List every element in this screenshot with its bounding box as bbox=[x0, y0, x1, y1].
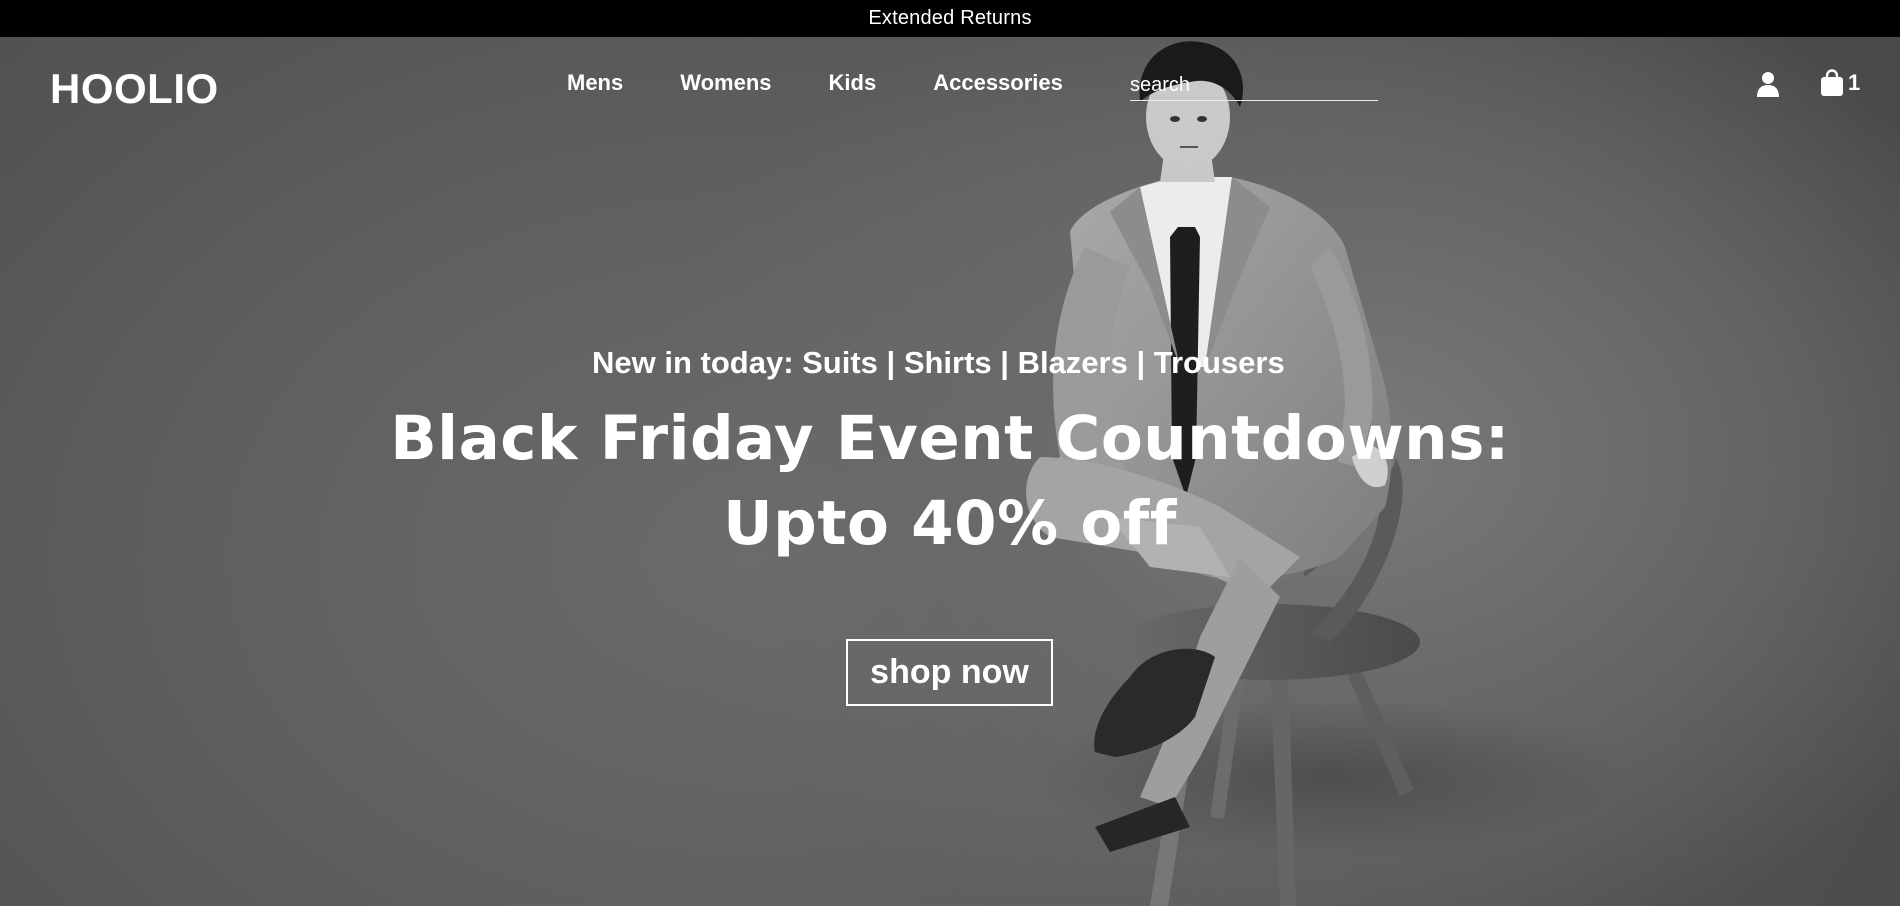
site-logo[interactable]: HOOLIO bbox=[50, 65, 219, 113]
user-icon[interactable] bbox=[1756, 71, 1780, 97]
nav-item-kids[interactable]: Kids bbox=[829, 70, 877, 96]
cart-count: 1 bbox=[1848, 70, 1861, 95]
announcement-text: Extended Returns bbox=[868, 7, 1032, 29]
hero-title-line2: Upto 40% off bbox=[723, 488, 1177, 559]
shop-now-button[interactable]: shop now bbox=[846, 639, 1053, 706]
main-nav: Mens Womens Kids Accessories bbox=[567, 70, 1063, 96]
search-input[interactable] bbox=[1130, 67, 1378, 99]
nav-item-accessories[interactable]: Accessories bbox=[933, 70, 1063, 96]
nav-item-womens[interactable]: Womens bbox=[680, 70, 771, 96]
site-header: HOOLIO Mens Womens Kids Accessories 1 bbox=[0, 37, 1900, 132]
hero-title-line1: Black Friday Event Countdowns: bbox=[390, 403, 1510, 474]
search-box bbox=[1130, 67, 1378, 101]
shopping-bag-icon bbox=[1821, 69, 1843, 96]
nav-item-mens[interactable]: Mens bbox=[567, 70, 623, 96]
hero-subtitle: New in today: Suits | Shirts | Blazers |… bbox=[592, 345, 1285, 380]
hero-title: Black Friday Event Countdowns: Upto 40% … bbox=[350, 396, 1550, 566]
announcement-bar: Extended Returns bbox=[0, 0, 1900, 37]
cart-button[interactable]: 1 bbox=[1820, 69, 1860, 97]
